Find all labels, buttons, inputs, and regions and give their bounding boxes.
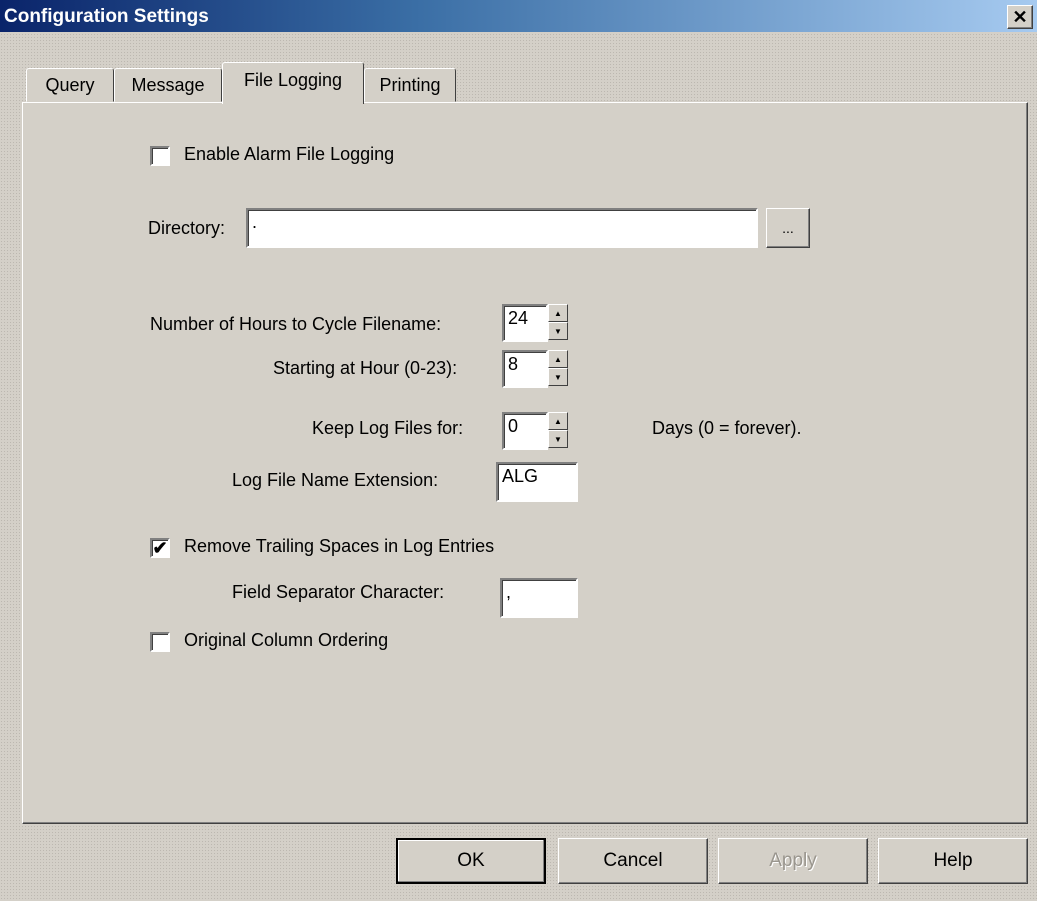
ok-button[interactable]: OK bbox=[396, 838, 546, 884]
window-title: Configuration Settings bbox=[4, 6, 209, 27]
tab-file-logging-label: File Logging bbox=[243, 70, 343, 90]
title-bar: Configuration Settings ✕ bbox=[0, 0, 1037, 32]
close-icon: ✕ bbox=[1012, 6, 1028, 27]
cycle-hours-label: Number of Hours to Cycle Filename: bbox=[150, 314, 442, 334]
original-column-ordering-label: Original Column Ordering bbox=[184, 630, 389, 650]
original-column-ordering-checkbox[interactable] bbox=[150, 632, 170, 652]
cycle-hours-spinner[interactable]: ▲ ▼ bbox=[548, 304, 568, 340]
cancel-button[interactable]: Cancel bbox=[558, 838, 708, 884]
directory-input[interactable]: . bbox=[246, 208, 758, 248]
tab-query[interactable]: Query bbox=[26, 68, 114, 102]
field-separator-input[interactable]: , bbox=[500, 578, 578, 618]
tab-message[interactable]: Message bbox=[114, 68, 222, 102]
spin-down-icon[interactable]: ▼ bbox=[548, 322, 568, 340]
starting-hour-spinner[interactable]: ▲ ▼ bbox=[548, 350, 568, 386]
enable-alarm-file-logging-checkbox[interactable] bbox=[150, 146, 170, 166]
keep-log-files-spinner[interactable]: ▲ ▼ bbox=[548, 412, 568, 448]
keep-log-files-input[interactable]: 0 bbox=[502, 412, 548, 450]
spin-up-icon[interactable]: ▲ bbox=[548, 412, 568, 430]
tab-message-label: Message bbox=[131, 74, 205, 95]
enable-alarm-file-logging-label: Enable Alarm File Logging bbox=[184, 144, 395, 164]
starting-hour-input[interactable]: 8 bbox=[502, 350, 548, 388]
keep-log-files-label: Keep Log Files for: bbox=[312, 418, 464, 438]
starting-hour-label: Starting at Hour (0-23): bbox=[273, 358, 458, 378]
tab-printing[interactable]: Printing bbox=[364, 68, 456, 102]
remove-trailing-spaces-checkbox[interactable]: ✔ bbox=[150, 538, 170, 558]
tab-query-label: Query bbox=[45, 74, 95, 95]
spin-down-icon[interactable]: ▼ bbox=[548, 368, 568, 386]
log-extension-label: Log File Name Extension: bbox=[232, 470, 439, 490]
tab-file-logging[interactable]: File Logging bbox=[222, 62, 364, 104]
close-button[interactable]: ✕ bbox=[1007, 5, 1033, 29]
spin-up-icon[interactable]: ▲ bbox=[548, 304, 568, 322]
help-button[interactable]: Help bbox=[878, 838, 1028, 884]
cycle-hours-input[interactable]: 24 bbox=[502, 304, 548, 342]
spin-down-icon[interactable]: ▼ bbox=[548, 430, 568, 448]
field-separator-label: Field Separator Character: bbox=[232, 582, 445, 602]
apply-button[interactable]: Apply bbox=[718, 838, 868, 884]
log-extension-input[interactable]: ALG bbox=[496, 462, 578, 502]
checkmark-icon: ✔ bbox=[152, 538, 168, 558]
tab-printing-label: Printing bbox=[379, 74, 441, 95]
directory-label: Directory: bbox=[148, 218, 226, 238]
browse-directory-button[interactable]: ... bbox=[766, 208, 810, 248]
keep-log-files-days-suffix: Days (0 = forever). bbox=[652, 418, 802, 438]
remove-trailing-spaces-label: Remove Trailing Spaces in Log Entries bbox=[184, 536, 495, 556]
spin-up-icon[interactable]: ▲ bbox=[548, 350, 568, 368]
